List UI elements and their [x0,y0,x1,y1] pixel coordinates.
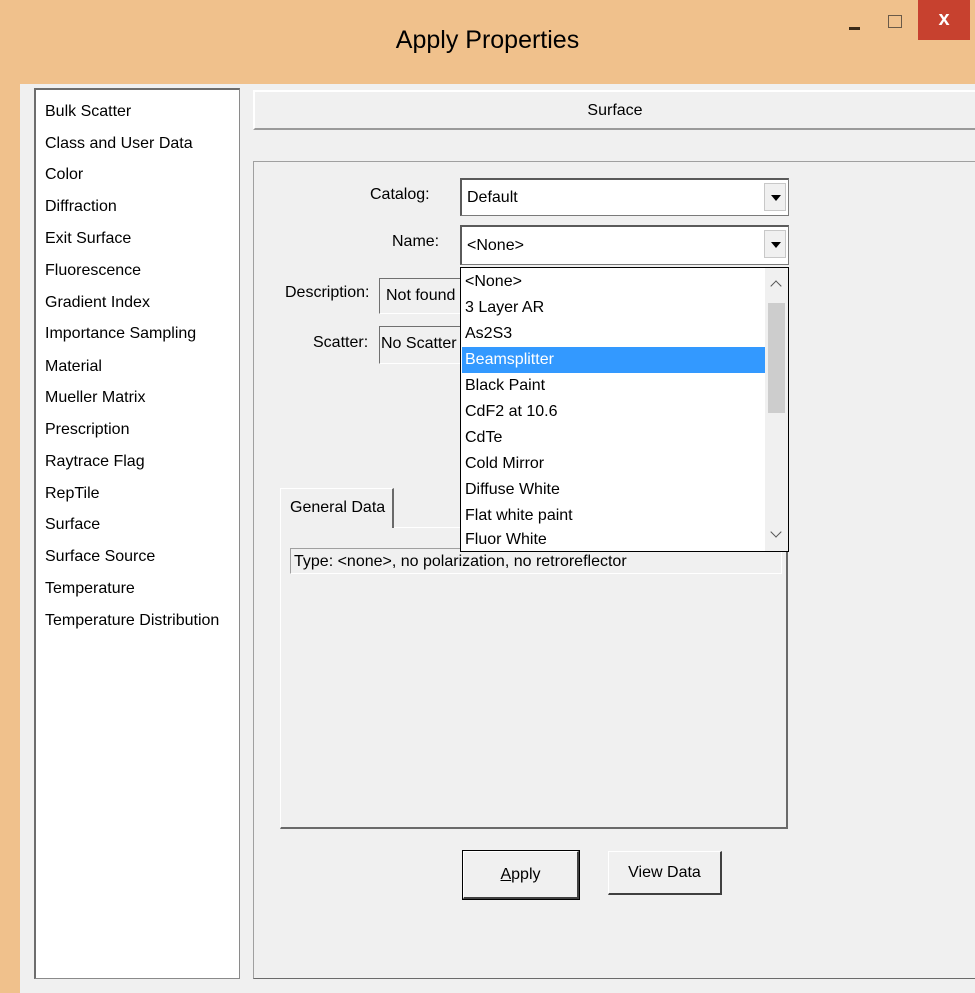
category-item-surface[interactable]: Surface [45,510,100,540]
scatter-field: No Scatter [379,326,462,364]
category-item-class-and-user-data[interactable]: Class and User Data [45,129,193,159]
dropdown-item-3-layer-ar[interactable]: 3 Layer AR [462,295,765,321]
close-icon[interactable]: x [918,0,970,40]
name-label: Name: [392,233,440,250]
category-item-material[interactable]: Material [45,352,102,382]
dropdown-scrollbar[interactable] [765,268,788,551]
dropdown-item-cold-mirror[interactable]: Cold Mirror [462,451,765,477]
dropdown-item-none[interactable]: <None> [462,269,765,295]
chevron-down-icon[interactable] [764,183,786,211]
dropdown-item-fluor-white[interactable]: Fluor White [462,527,765,551]
description-label: Description: [285,284,370,301]
name-value: <None> [467,237,524,254]
view-data-button[interactable]: View Data [608,851,722,895]
category-item-mueller-matrix[interactable]: Mueller Matrix [45,383,145,413]
dropdown-item-diffuse-white[interactable]: Diffuse White [462,477,765,503]
catalog-combo[interactable]: Default [460,178,789,216]
category-item-color[interactable]: Color [45,160,83,190]
catalog-label: Catalog: [370,186,430,203]
category-item-surface-source[interactable]: Surface Source [45,542,155,572]
category-item-temperature[interactable]: Temperature [45,574,135,604]
category-item-bulk-scatter[interactable]: Bulk Scatter [45,97,131,127]
category-item-temperature-distribution[interactable]: Temperature Distribution [45,606,219,636]
scatter-label: Scatter: [313,334,369,351]
category-item-raytrace-flag[interactable]: Raytrace Flag [45,447,145,477]
dropdown-item-black-paint[interactable]: Black Paint [462,373,765,399]
catalog-value: Default [467,189,518,206]
category-item-diffraction[interactable]: Diffraction [45,192,117,222]
dropdown-item-cdte[interactable]: CdTe [462,425,765,451]
minimize-icon[interactable] [840,8,870,38]
category-list[interactable]: Bulk Scatter Class and User Data Color D… [34,88,240,979]
name-combo[interactable]: <None> [460,225,789,265]
window-title: Apply Properties [395,26,580,54]
section-header: Surface [253,90,975,130]
maximize-icon[interactable] [880,8,910,38]
apply-button[interactable]: Apply [462,850,580,900]
category-item-exit-surface[interactable]: Exit Surface [45,224,131,254]
dropdown-item-beamsplitter[interactable]: Beamsplitter [462,347,765,373]
category-item-gradient-index[interactable]: Gradient Index [45,288,150,318]
tab-general-data[interactable]: General Data [280,488,394,528]
category-item-prescription[interactable]: Prescription [45,415,129,445]
chevron-up-icon[interactable] [765,270,788,300]
dropdown-item-cdf2-at-10-6[interactable]: CdF2 at 10.6 [462,399,765,425]
chevron-down-icon[interactable] [764,230,786,258]
description-field: Not found [379,278,462,314]
category-item-fluorescence[interactable]: Fluorescence [45,256,141,286]
dropdown-item-as2s3[interactable]: As2S3 [462,321,765,347]
name-dropdown-list[interactable]: <None> 3 Layer AR As2S3 Beamsplitter Bla… [460,267,789,552]
category-item-reptile[interactable]: RepTile [45,479,100,509]
apply-label: pply [511,866,541,883]
apply-mnemonic: A [500,866,512,883]
chevron-down-icon[interactable] [765,519,788,549]
scrollbar-thumb[interactable] [768,303,785,413]
category-item-importance-sampling[interactable]: Importance Sampling [45,319,196,349]
dropdown-item-flat-white-paint[interactable]: Flat white paint [462,503,765,529]
